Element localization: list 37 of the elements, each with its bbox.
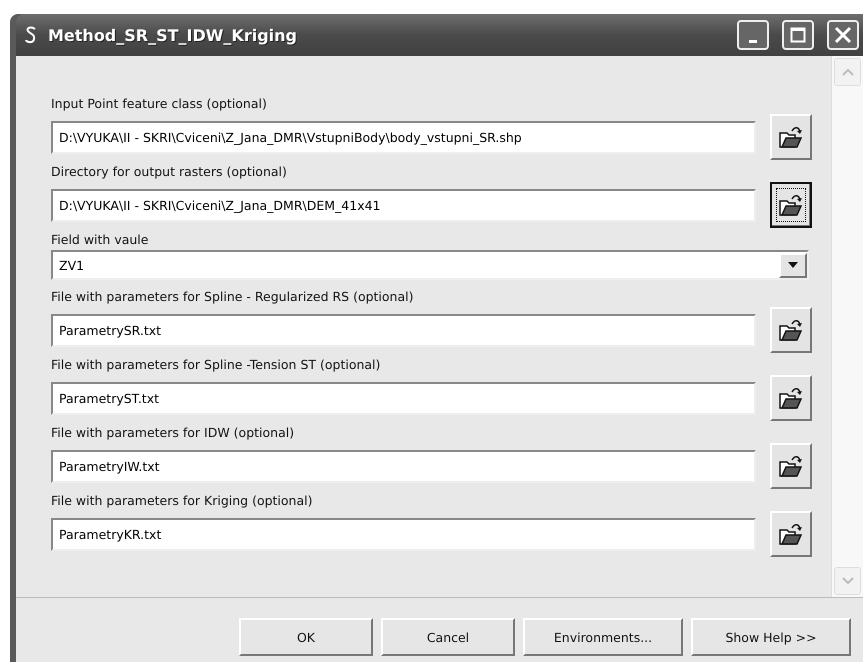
field-dropdown[interactable]: ZV1 <box>51 250 809 280</box>
script-icon <box>24 26 38 44</box>
field-label: File with parameters for Kriging (optional) <box>51 492 314 510</box>
window-title: Method_SR_ST_IDW_Kriging <box>48 26 298 44</box>
folder-icon <box>778 318 804 342</box>
dialog-button[interactable]: Show Help >> <box>691 618 851 656</box>
field-label: File with parameters for Spline -Tension ST (optional) <box>51 356 382 374</box>
folder-icon <box>778 522 804 546</box>
field-label: Directory for output rasters (optional) <box>51 163 288 181</box>
field-label: File with parameters for IDW (optional) <box>51 424 296 442</box>
maximize-button[interactable] <box>782 20 814 50</box>
dialog-button[interactable]: Cancel <box>381 618 515 656</box>
path-field[interactable]: ParametryKR.txt <box>51 518 756 550</box>
minimize-icon <box>749 40 757 42</box>
folder-icon <box>778 125 804 149</box>
browse-button[interactable] <box>770 182 812 228</box>
path-field[interactable]: ParametryST.txt <box>51 382 756 414</box>
dialog-button[interactable]: OK <box>239 618 373 656</box>
close-icon <box>834 26 852 44</box>
folder-icon <box>778 386 804 410</box>
close-button[interactable] <box>827 20 859 50</box>
field-label: Input Point feature class (optional) <box>51 95 268 113</box>
dialog-button[interactable]: Environments... <box>523 618 683 656</box>
caret-icon <box>788 262 798 268</box>
path-field[interactable]: D:\VYUKA\II - SKRI\Cviceni\Z_Jana_DMR\DEM_41x41 <box>51 188 756 222</box>
field-label: File with parameters for Spline - Regularized RS (optional) <box>51 288 414 306</box>
folder-icon <box>778 193 804 217</box>
path-field[interactable]: ParametrySR.txt <box>51 314 756 346</box>
maximize-icon <box>790 27 806 43</box>
path-field[interactable]: ParametryIW.txt <box>51 450 756 482</box>
path-field[interactable]: D:\VYUKA\II - SKRI\Cviceni\Z_Jana_DMR\VstupniBody\body_vstupni_SR.shp <box>51 120 756 154</box>
dropdown-button[interactable] <box>779 252 807 278</box>
minimize-button[interactable] <box>737 20 769 50</box>
field-label: Field with vaule <box>51 231 150 249</box>
chevron-up-icon <box>842 68 854 76</box>
folder-icon <box>778 454 804 478</box>
chevron-down-icon <box>842 577 854 585</box>
